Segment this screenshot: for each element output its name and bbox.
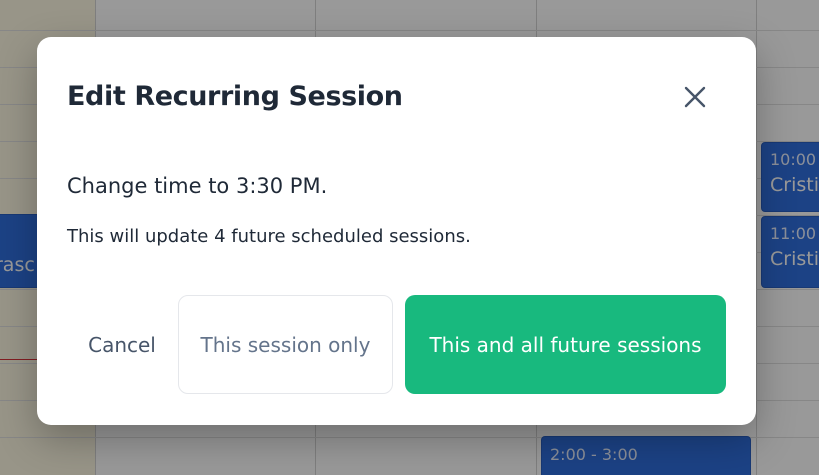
dialog-message: Change time to 3:30 PM. xyxy=(67,174,328,198)
dialog-detail: This will update 4 future scheduled sess… xyxy=(67,226,471,247)
edit-recurring-session-dialog: Edit Recurring Session Change time to 3:… xyxy=(37,37,756,425)
dialog-title: Edit Recurring Session xyxy=(67,81,403,112)
cancel-button[interactable]: Cancel xyxy=(75,327,169,363)
this-session-only-button[interactable]: This session only xyxy=(178,295,393,394)
all-future-sessions-button[interactable]: This and all future sessions xyxy=(405,295,726,394)
close-button[interactable] xyxy=(677,79,713,115)
close-icon xyxy=(684,86,706,108)
